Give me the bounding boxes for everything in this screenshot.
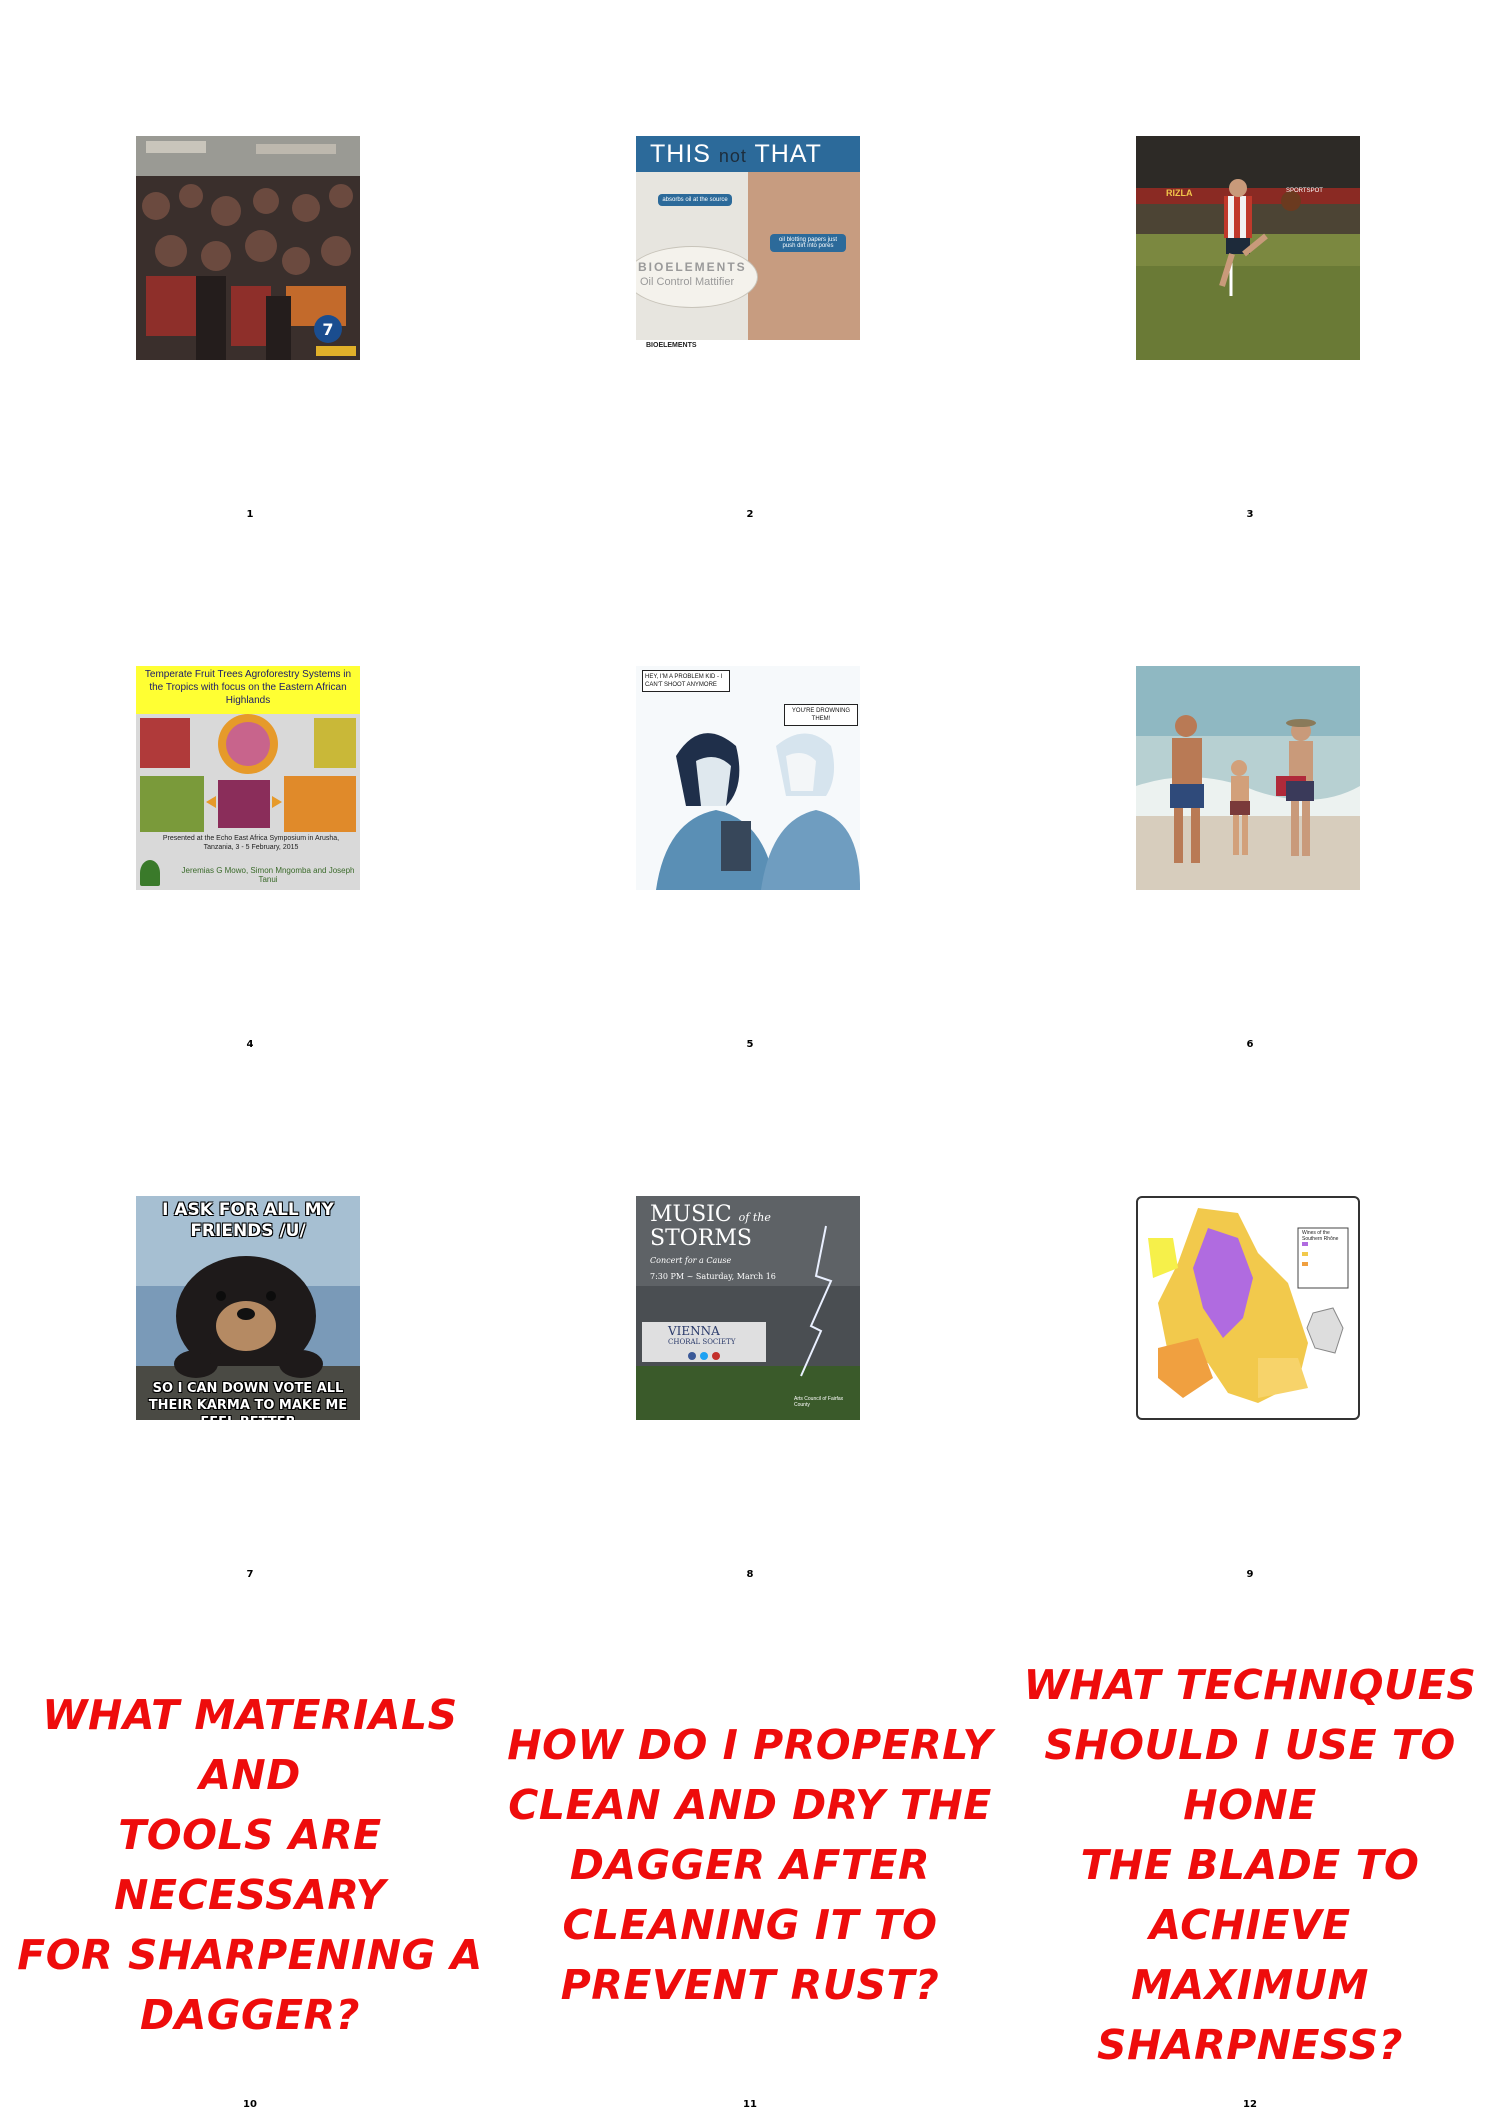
grid-cell-12: WHAT TECHNIQUES SHOULD I USE TO HONE THE… [1000, 1590, 1500, 2120]
poster-title-1: MUSIC of the [650, 1202, 771, 1227]
comic-bubble-right: YOU'RE DROWNING THEM! [784, 704, 858, 726]
ad-footer-brand: BIOELEMENTS [646, 342, 697, 349]
cell-number: 8 [746, 1569, 754, 1580]
cell-number: 11 [743, 2099, 757, 2110]
cell-number: 7 [246, 1569, 254, 1580]
cell-number: 3 [1246, 509, 1254, 520]
ad-bubble-left: absorbs oil at the source [658, 194, 732, 206]
grid-cell-7: I ASK FOR ALL MY FRIENDS /U/ SO I CAN DO… [0, 1060, 500, 1590]
comic-image[interactable]: HEY, I'M A PROBLEM KID - I CAN'T SHOOT A… [636, 666, 860, 890]
grid-cell-5: HEY, I'M A PROBLEM KID - I CAN'T SHOOT A… [500, 530, 1000, 1060]
svg-text:7: 7 [322, 320, 333, 339]
cell-number: 1 [246, 509, 254, 520]
beach-family-photo[interactable] [1136, 666, 1360, 890]
grid-cell-11: HOW DO I PROPERLY CLEAN AND DRY THE DAGG… [500, 1590, 1000, 2120]
cell-number: 10 [243, 2099, 257, 2110]
cell-number: 5 [746, 1039, 754, 1050]
football-photo[interactable]: RIZLA SPORTSPOT [1136, 136, 1360, 360]
poster-title-2: STORMS [650, 1226, 752, 1251]
grid-cell-3: RIZLA SPORTSPOT 3 [1000, 0, 1500, 530]
ad-title-not: not [718, 146, 747, 166]
poster-date: 7:30 PM ~ Saturday, March 16 [650, 1272, 776, 1281]
meme-top-text: I ASK FOR ALL MY FRIENDS /U/ [162, 1200, 334, 1241]
grid-cell-6: 6 [1000, 530, 1500, 1060]
poster-org-1: VIENNA [668, 1324, 720, 1338]
grid-cell-9: Wines of the Southern Rhône 9 [1000, 1060, 1500, 1590]
poster-footer: Arts Council of Fairfax County [794, 1396, 844, 1408]
question-text: HOW DO I PROPERLY CLEAN AND DRY THE DAGG… [507, 1721, 993, 2009]
concert-poster[interactable]: MUSIC of the STORMS Concert for a Cause … [636, 1196, 860, 1420]
grid-cell-1: 7 1 [0, 0, 500, 530]
ad-title-that: THAT [754, 140, 822, 168]
ad-brand: BIOELEMENTS [638, 260, 747, 274]
crowd-photo[interactable]: 7 [136, 136, 360, 360]
cell-number: 6 [1246, 1039, 1254, 1050]
agroforestry-slide[interactable]: Temperate Fruit Trees Agroforestry Syste… [136, 666, 360, 890]
slide-title: Temperate Fruit Trees Agroforestry Syste… [144, 669, 352, 706]
slide-authors: Jeremias G Mowo, Simon Mngomba and Josep… [181, 866, 355, 884]
question-text: WHAT TECHNIQUES SHOULD I USE TO HONE THE… [1023, 1661, 1477, 2069]
ad-product: Oil Control Mattifier [640, 276, 735, 288]
grid-cell-8: MUSIC of the STORMS Concert for a Cause … [500, 1060, 1000, 1590]
poster-subtitle: Concert for a Cause [650, 1256, 732, 1265]
skincare-ad-image[interactable]: THIS not THAT BIOELEMENTS Oil Control Ma… [636, 136, 860, 360]
cell-number: 12 [1243, 2099, 1257, 2110]
stadium-sign-2: SPORTSPOT [1286, 188, 1323, 194]
grid-cell-4: Temperate Fruit Trees Agroforestry Syste… [0, 530, 500, 1060]
cell-number: 2 [746, 509, 754, 520]
comic-bubble-left: HEY, I'M A PROBLEM KID - I CAN'T SHOOT A… [642, 670, 730, 692]
ad-title-this: THIS [650, 140, 711, 168]
cell-number: 9 [1246, 1569, 1254, 1580]
stadium-sign-1: RIZLA [1166, 188, 1193, 198]
map-legend-title: Wines of the Southern Rhône [1302, 1230, 1339, 1242]
grid-cell-10: WHAT MATERIALS AND TOOLS ARE NECESSARY F… [0, 1590, 500, 2120]
slide-presented: Presented at the Echo East Africa Sympos… [162, 835, 340, 851]
cell-number: 4 [246, 1039, 254, 1050]
meme-bottom-text: SO I CAN DOWN VOTE ALL THEIR KARMA TO MA… [148, 1381, 348, 1420]
wine-region-map[interactable]: Wines of the Southern Rhône [1136, 1196, 1360, 1420]
ad-bubble-right: oil blotting papers just push dirt into … [770, 234, 846, 252]
poster-org-2: CHORAL SOCIETY [668, 1338, 736, 1346]
confession-bear-meme[interactable]: I ASK FOR ALL MY FRIENDS /U/ SO I CAN DO… [136, 1196, 360, 1420]
grid-cell-2: THIS not THAT BIOELEMENTS Oil Control Ma… [500, 0, 1000, 530]
image-grid: 7 1 THIS not THAT BIOELEMENTS Oil Contro… [0, 0, 1500, 2120]
question-text: WHAT MATERIALS AND TOOLS ARE NECESSARY F… [17, 1691, 483, 2039]
